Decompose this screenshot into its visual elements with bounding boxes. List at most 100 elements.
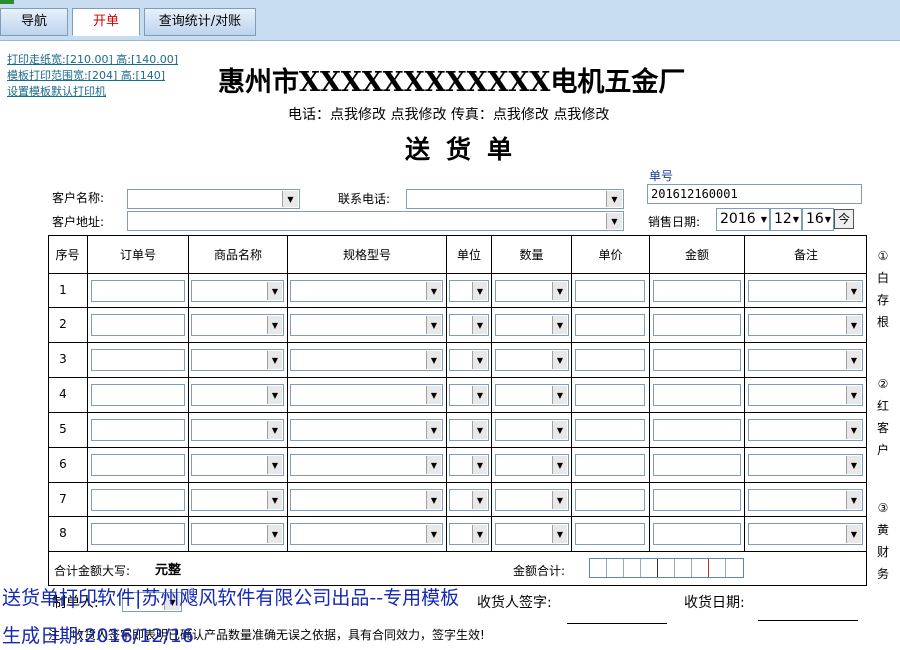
remark-select[interactable]: ▼ bbox=[748, 454, 863, 476]
order-no-field[interactable] bbox=[91, 454, 185, 476]
spec-select[interactable]: ▼ bbox=[290, 419, 443, 441]
spec-select[interactable]: ▼ bbox=[290, 314, 443, 336]
chevron-down-icon[interactable]: ▼ bbox=[552, 351, 567, 369]
order-no-field[interactable] bbox=[91, 314, 185, 336]
chevron-down-icon[interactable]: ▼ bbox=[267, 351, 282, 369]
order-no-field[interactable] bbox=[91, 384, 185, 406]
quantity-select[interactable]: ▼ bbox=[495, 419, 569, 441]
chevron-down-icon[interactable]: ▼ bbox=[267, 421, 282, 439]
company-title[interactable]: 惠州市XXXXXXXXXXXX电机五金厂 bbox=[218, 60, 685, 99]
chevron-down-icon[interactable]: ▼ bbox=[606, 213, 622, 229]
chevron-down-icon[interactable]: ▼ bbox=[846, 456, 861, 474]
order-no-field[interactable] bbox=[91, 523, 185, 545]
amount-field[interactable] bbox=[653, 489, 741, 511]
chevron-down-icon[interactable]: ▼ bbox=[426, 316, 441, 334]
sale-date-picker[interactable]: 2016 ▼ 12 ▼ 16 ▼ 今 bbox=[716, 208, 856, 232]
product-select[interactable]: ▼ bbox=[191, 419, 284, 441]
amount-field[interactable] bbox=[653, 454, 741, 476]
chevron-down-icon[interactable]: ▼ bbox=[426, 421, 441, 439]
chevron-down-icon[interactable]: ▼ bbox=[552, 316, 567, 334]
amount-field[interactable] bbox=[653, 349, 741, 371]
chevron-down-icon[interactable]: ▼ bbox=[267, 456, 282, 474]
date-day-spinner[interactable]: 16 ▼ bbox=[802, 208, 834, 231]
date-year-spinner[interactable]: 2016 ▼ bbox=[716, 208, 770, 231]
chevron-down-icon[interactable]: ▼ bbox=[846, 421, 861, 439]
product-select[interactable]: ▼ bbox=[191, 314, 284, 336]
chevron-down-icon[interactable]: ▼ bbox=[846, 386, 861, 404]
product-select[interactable]: ▼ bbox=[191, 454, 284, 476]
unit-select[interactable]: ▼ bbox=[449, 280, 489, 302]
chevron-down-icon[interactable]: ▼ bbox=[552, 456, 567, 474]
chevron-down-icon[interactable]: ▼ bbox=[552, 525, 567, 543]
order-no-field[interactable] bbox=[91, 419, 185, 441]
amount-total-field[interactable] bbox=[589, 558, 744, 578]
quantity-select[interactable]: ▼ bbox=[495, 489, 569, 511]
chevron-down-icon[interactable]: ▼ bbox=[472, 351, 487, 369]
chevron-down-icon[interactable]: ▼ bbox=[426, 351, 441, 369]
spec-select[interactable]: ▼ bbox=[290, 384, 443, 406]
chevron-down-icon[interactable]: ▼ bbox=[552, 421, 567, 439]
order-number-field[interactable]: 201612160001 bbox=[647, 184, 862, 204]
amount-field[interactable] bbox=[653, 280, 741, 302]
unit-price-field[interactable] bbox=[575, 419, 645, 441]
chevron-down-icon[interactable]: ▼ bbox=[472, 525, 487, 543]
phone-select[interactable]: ▼ bbox=[406, 189, 624, 209]
chevron-down-icon[interactable]: ▼ bbox=[846, 491, 861, 509]
unit-select[interactable]: ▼ bbox=[449, 419, 489, 441]
unit-price-field[interactable] bbox=[575, 349, 645, 371]
remark-select[interactable]: ▼ bbox=[748, 314, 863, 336]
chevron-down-icon[interactable]: ▼ bbox=[846, 316, 861, 334]
customer-name-select[interactable]: ▼ bbox=[127, 189, 300, 209]
order-no-field[interactable] bbox=[91, 280, 185, 302]
tab-navigation[interactable]: 导航 bbox=[0, 8, 68, 36]
chevron-down-icon[interactable]: ▼ bbox=[606, 191, 622, 207]
spec-select[interactable]: ▼ bbox=[290, 280, 443, 302]
chevron-down-icon[interactable]: ▼ bbox=[426, 456, 441, 474]
unit-select[interactable]: ▼ bbox=[449, 523, 489, 545]
chevron-down-icon[interactable]: ▼ bbox=[426, 525, 441, 543]
remark-select[interactable]: ▼ bbox=[748, 280, 863, 302]
chevron-down-icon[interactable]: ▼ bbox=[267, 525, 282, 543]
unit-price-field[interactable] bbox=[575, 280, 645, 302]
quantity-select[interactable]: ▼ bbox=[495, 280, 569, 302]
unit-price-field[interactable] bbox=[575, 314, 645, 336]
remark-select[interactable]: ▼ bbox=[748, 349, 863, 371]
chevron-down-icon[interactable]: ▼ bbox=[472, 386, 487, 404]
product-select[interactable]: ▼ bbox=[191, 349, 284, 371]
chevron-down-icon[interactable]: ▼ bbox=[472, 421, 487, 439]
chevron-down-icon[interactable]: ▼ bbox=[552, 386, 567, 404]
product-select[interactable]: ▼ bbox=[191, 523, 284, 545]
default-printer-link[interactable]: 设置模板默认打印机 bbox=[7, 83, 106, 99]
product-select[interactable]: ▼ bbox=[191, 280, 284, 302]
chevron-down-icon[interactable]: ▼ bbox=[282, 191, 298, 207]
remark-select[interactable]: ▼ bbox=[748, 419, 863, 441]
tab-query-statistics[interactable]: 查询统计/对账 bbox=[144, 8, 256, 36]
chevron-down-icon[interactable]: ▼ bbox=[426, 386, 441, 404]
chevron-down-icon[interactable]: ▼ bbox=[267, 282, 282, 300]
product-select[interactable]: ▼ bbox=[191, 384, 284, 406]
unit-select[interactable]: ▼ bbox=[449, 489, 489, 511]
spec-select[interactable]: ▼ bbox=[290, 489, 443, 511]
chevron-down-icon[interactable]: ▼ bbox=[472, 491, 487, 509]
unit-select[interactable]: ▼ bbox=[449, 384, 489, 406]
order-no-field[interactable] bbox=[91, 489, 185, 511]
product-select[interactable]: ▼ bbox=[191, 489, 284, 511]
unit-price-field[interactable] bbox=[575, 523, 645, 545]
tab-create-order[interactable]: 开单 bbox=[72, 8, 140, 36]
spec-select[interactable]: ▼ bbox=[290, 523, 443, 545]
spec-select[interactable]: ▼ bbox=[290, 454, 443, 476]
chevron-down-icon[interactable]: ▼ bbox=[472, 282, 487, 300]
chevron-down-icon[interactable]: ▼ bbox=[267, 491, 282, 509]
amount-field[interactable] bbox=[653, 384, 741, 406]
unit-price-field[interactable] bbox=[575, 454, 645, 476]
quantity-select[interactable]: ▼ bbox=[495, 384, 569, 406]
unit-price-field[interactable] bbox=[575, 384, 645, 406]
chevron-down-icon[interactable]: ▼ bbox=[267, 386, 282, 404]
quantity-select[interactable]: ▼ bbox=[495, 314, 569, 336]
order-no-field[interactable] bbox=[91, 349, 185, 371]
spec-select[interactable]: ▼ bbox=[290, 349, 443, 371]
chevron-down-icon[interactable]: ▼ bbox=[267, 316, 282, 334]
chevron-down-icon[interactable]: ▼ bbox=[472, 316, 487, 334]
contact-line[interactable]: 电话：点我修改 点我修改 传真：点我修改 点我修改 bbox=[288, 104, 609, 124]
quantity-select[interactable]: ▼ bbox=[495, 454, 569, 476]
